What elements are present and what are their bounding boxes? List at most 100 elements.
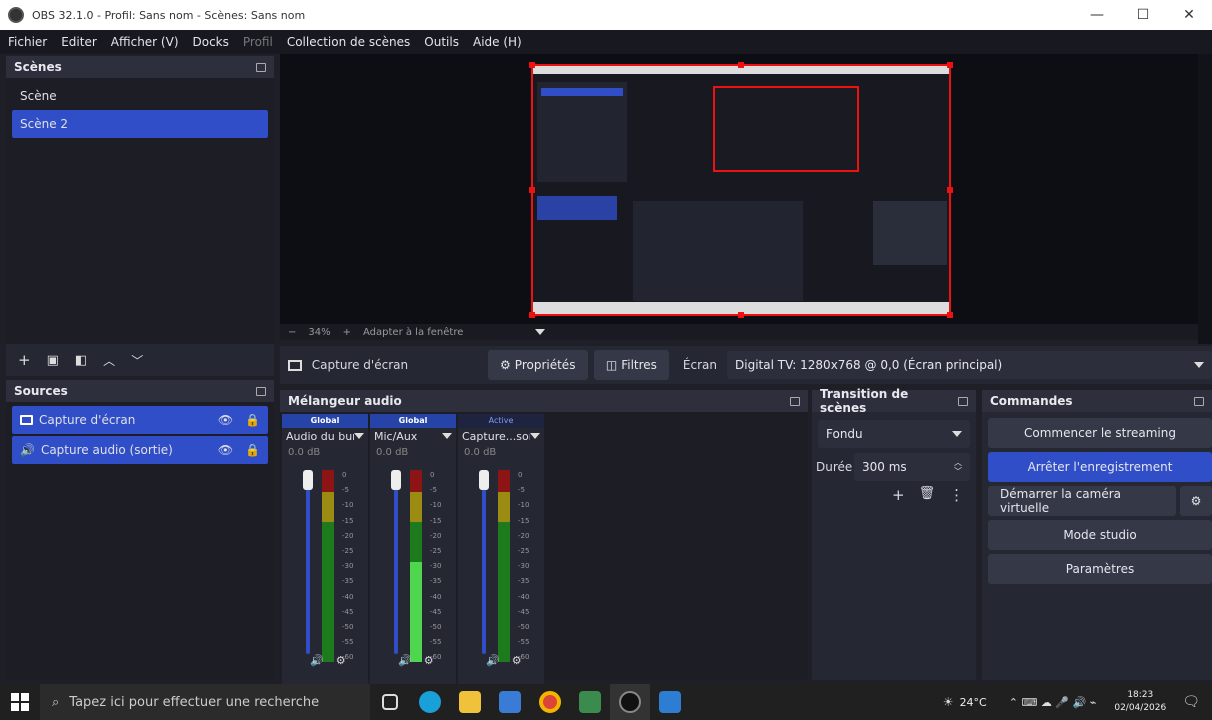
source-item[interactable]: 🔊 Capture audio (sortie) 👁 🔒	[12, 436, 268, 464]
notifications-icon[interactable]: 🗨	[1182, 694, 1200, 710]
file-explorer-icon[interactable]	[450, 684, 490, 720]
menu-view[interactable]: Afficher (V)	[111, 35, 179, 49]
selected-source-name: Capture d'écran	[311, 358, 409, 372]
minimize-button[interactable]: —	[1074, 0, 1120, 30]
controls-dock: Commandes Commencer le streaming Arrêter…	[982, 390, 1212, 680]
source-toolbar: Capture d'écran ⚙ Propriétés ◫ Filtres É…	[280, 346, 1212, 384]
lock-icon[interactable]: 🔒	[245, 443, 260, 457]
volume-fader[interactable]	[306, 474, 310, 654]
clock[interactable]: 18:23 02/04/2026	[1114, 689, 1166, 715]
source-label: Capture audio (sortie)	[40, 443, 173, 457]
move-up-icon[interactable]: ︿	[103, 352, 115, 369]
undock-icon[interactable]	[1194, 396, 1204, 406]
filters-button[interactable]: ◫ Filtres	[593, 350, 669, 380]
tray-icons[interactable]: ⌃ ⌨ ☁ 🎤 🔊 ⌁	[1009, 696, 1097, 709]
chevron-down-icon	[952, 431, 962, 437]
add-scene-icon[interactable]: +	[18, 351, 31, 369]
stop-recording-button[interactable]: Arrêter l'enregistrement	[988, 452, 1212, 482]
menu-scene-collection[interactable]: Collection de scènes	[287, 35, 410, 49]
taskbar-search[interactable]: ⌕ Tapez ici pour effectuer une recherche	[40, 684, 370, 720]
remove-transition-icon[interactable]: 🗑	[919, 486, 936, 504]
fader-knob[interactable]	[479, 470, 489, 490]
clock-time: 18:23	[1127, 690, 1154, 700]
move-down-icon[interactable]: ﹀	[131, 352, 143, 369]
menu-help[interactable]: Aide (H)	[473, 35, 522, 49]
app-icon[interactable]	[570, 684, 610, 720]
fit-to-window[interactable]: Adapter à la fenêtre	[363, 327, 463, 338]
source-item[interactable]: Capture d'écran 👁 🔒	[12, 406, 268, 434]
undock-icon[interactable]	[256, 62, 266, 72]
virtual-camera-settings-button[interactable]: ⚙	[1180, 486, 1212, 516]
menu-profile[interactable]: Profil	[243, 35, 273, 49]
settings-icon[interactable]: ⚙	[512, 654, 522, 667]
channel-name-dropdown[interactable]: Mic/Aux	[370, 428, 456, 444]
transition-type-value: Fondu	[826, 427, 863, 441]
fader-knob[interactable]	[303, 470, 313, 490]
chevron-down-icon[interactable]	[535, 329, 546, 335]
scene-item[interactable]: Scène	[12, 82, 268, 110]
eye-icon[interactable]: 👁	[218, 413, 233, 427]
mute-icon[interactable]: 🔊	[486, 654, 500, 667]
start-virtual-camera-button[interactable]: Démarrer la caméra virtuelle	[988, 486, 1176, 516]
settings-icon[interactable]: ⚙	[336, 654, 346, 667]
duration-spinbox[interactable]: 300 ms ︿ ﹀	[854, 453, 970, 481]
volume-fader[interactable]	[394, 474, 398, 654]
channel-tag: Active	[458, 414, 544, 428]
preview-area[interactable]	[280, 54, 1198, 324]
undock-icon[interactable]	[790, 396, 800, 406]
undock-icon[interactable]	[958, 396, 968, 406]
clock-date: 02/04/2026	[1114, 703, 1167, 713]
settings-icon[interactable]: ⚙	[424, 654, 434, 667]
start-button[interactable]	[0, 684, 40, 720]
menu-tools[interactable]: Outils	[424, 35, 459, 49]
menu-edit[interactable]: Editer	[61, 35, 97, 49]
channel-tag: Global	[370, 414, 456, 428]
transition-type-select[interactable]: Fondu	[818, 420, 970, 448]
fader-knob[interactable]	[391, 470, 401, 490]
zoom-in-button[interactable]: +	[343, 327, 351, 338]
undock-icon[interactable]	[256, 386, 266, 396]
screen-select-value: Digital TV: 1280x768 @ 0,0 (Écran princi…	[735, 358, 1003, 372]
weather-temp[interactable]: 24°C	[960, 696, 987, 709]
mute-icon[interactable]: 🔊	[310, 654, 324, 667]
preview-canvas[interactable]	[529, 62, 953, 318]
scenes-dock-header: Scènes	[6, 56, 274, 78]
preview-scrollbar[interactable]	[1198, 54, 1212, 344]
properties-button[interactable]: ⚙ Propriétés	[487, 350, 588, 380]
volume-fader[interactable]	[482, 474, 486, 654]
channel-tag: Global	[282, 414, 368, 428]
level-meter	[498, 470, 510, 662]
mail-icon[interactable]	[490, 684, 530, 720]
studio-mode-button[interactable]: Mode studio	[988, 520, 1212, 550]
chrome-icon[interactable]	[530, 684, 570, 720]
obs-icon[interactable]	[610, 684, 650, 720]
scene-item-selected[interactable]: Scène 2	[12, 110, 268, 138]
channel-name-dropdown[interactable]: Audio du bureau	[282, 428, 368, 444]
db-scale: 0 -5 -10 -15 -20 -25 -30 -35 -40 -45 -50 -55 -60	[342, 471, 354, 662]
more-options-icon[interactable]: ⋮	[949, 486, 964, 504]
edge-icon[interactable]	[410, 684, 450, 720]
maximize-button[interactable]: ☐	[1120, 0, 1166, 30]
channel-name: Capture...sortie)	[462, 429, 530, 443]
menu-bar: Fichier Editer Afficher (V) Docks Profil…	[0, 30, 1212, 54]
windows-taskbar: ⌕ Tapez ici pour effectuer une recherche…	[0, 684, 1212, 720]
eye-icon[interactable]: 👁	[218, 443, 233, 457]
scene-filters-icon[interactable]: ◧	[75, 353, 87, 368]
zoom-out-button[interactable]: −	[288, 327, 296, 338]
menu-file[interactable]: Fichier	[8, 35, 47, 49]
channel-name-dropdown[interactable]: Capture...sortie)	[458, 428, 544, 444]
remove-scene-icon[interactable]: ▣	[47, 353, 59, 368]
close-button[interactable]: ✕	[1166, 0, 1212, 30]
spin-arrows-icon[interactable]: ︿ ﹀	[954, 458, 962, 476]
add-transition-icon[interactable]: +	[892, 486, 905, 504]
channel-db: 0.0 dB	[376, 447, 409, 458]
menu-docks[interactable]: Docks	[193, 35, 229, 49]
settings-button[interactable]: Paramètres	[988, 554, 1212, 584]
task-view-icon[interactable]	[370, 684, 410, 720]
lock-icon[interactable]: 🔒	[245, 413, 260, 427]
mute-icon[interactable]: 🔊	[398, 654, 412, 667]
filter-icon: ◫	[605, 358, 618, 372]
start-streaming-button[interactable]: Commencer le streaming	[988, 418, 1212, 448]
store-icon[interactable]	[650, 684, 690, 720]
screen-select[interactable]: Digital TV: 1280x768 @ 0,0 (Écran princi…	[727, 351, 1212, 379]
